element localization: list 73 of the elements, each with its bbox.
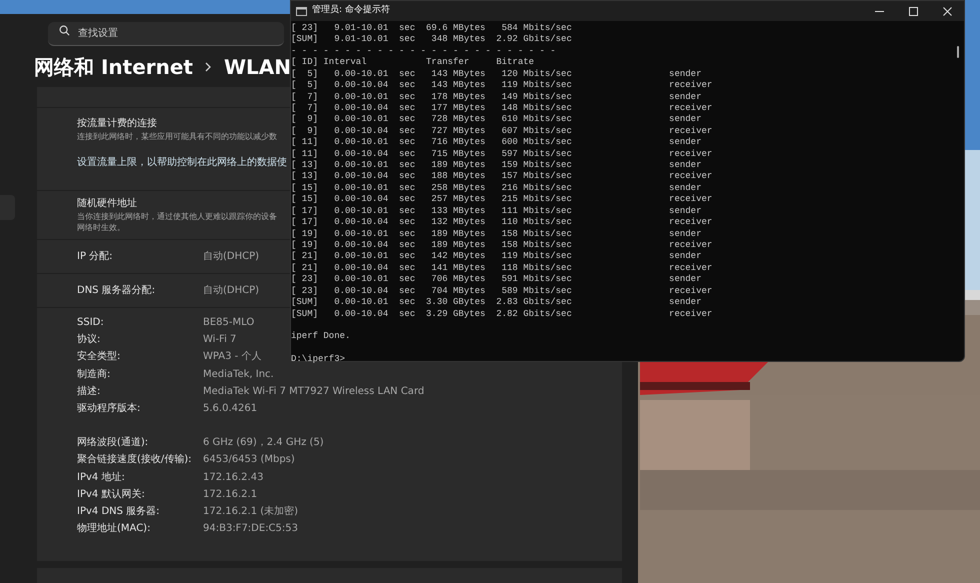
property-value: 自动(DHCP) — [203, 250, 260, 264]
property-value: Wi-Fi 7 — [203, 333, 236, 348]
console-line: [ 17] 0.00-10.04 sec 132 MBytes 110 Mbits/sec receiver — [291, 217, 714, 229]
console-line: [ 13] 0.00-10.04 sec 188 MBytes 157 Mbits/sec receiver — [291, 171, 714, 183]
maximize-icon — [908, 6, 918, 16]
console-line: [ 11] 0.00-10.04 sec 715 MBytes 597 Mbits/sec receiver — [291, 148, 714, 160]
console-line: [ 9] 0.00-10.01 sec 728 MBytes 610 Mbits/sec sender — [291, 114, 702, 126]
setting-title: 随机硬件地址 — [77, 196, 137, 211]
console-line: [ 13] 0.00-10.01 sec 189 MBytes 159 Mbits/sec sender — [291, 160, 702, 172]
chevron-icon — [205, 62, 212, 72]
property-label: DNS 服务器分配: — [77, 284, 156, 298]
property-value: MediaTek Wi-Fi 7 MT7927 Wireless LAN Card — [203, 384, 424, 399]
console-line: - - - - - - - - - - - - - - - - - - - - - - - - - — [291, 46, 557, 58]
console-line: [ 5] 0.00-10.04 sec 143 MBytes 119 Mbits/sec receiver — [291, 80, 714, 92]
property-label: IPv4 DNS 服务器: — [77, 504, 161, 519]
console-line: [ 5] 0.00-10.01 sec 143 MBytes 120 Mbits/sec sender — [291, 68, 702, 80]
property-value: 172.16.2.43 — [203, 470, 264, 485]
console-line: [ 21] 0.00-10.04 sec 141 MBytes 118 Mbits/sec receiver — [291, 262, 714, 274]
console-line: [ 23] 9.01-10.01 sec 69.6 MBytes 584 Mbits/sec — [291, 23, 573, 34]
console-line: [ 19] 0.00-10.01 sec 189 MBytes 158 Mbits/sec sender — [291, 228, 702, 240]
property-label: IPv4 默认网关: — [77, 488, 146, 502]
console-line: [ 9] 0.00-10.04 sec 727 MBytes 607 Mbits/sec receiver — [291, 126, 714, 138]
property-label: 描述: — [77, 384, 102, 399]
property-label: 协议: — [77, 332, 102, 348]
property-value: 172.16.2.1 — [203, 488, 258, 502]
setting-description: 当你连接到此网络时，通过使其他人更难以跟踪你的设备 — [77, 211, 277, 222]
property-value: 6453/6453 (Mbps) — [203, 453, 295, 468]
console-line: [ 15] 0.00-10.04 sec 257 MBytes 215 Mbits/sec receiver — [291, 194, 714, 206]
console-line: [SUM] 9.01-10.01 sec 348 MBytes 2.92 Gbits/sec — [291, 34, 573, 46]
property-value: MediaTek, Inc. — [203, 368, 274, 382]
property-label: 网络波段(通道): — [77, 436, 150, 450]
console-line: iperf Done. — [291, 331, 352, 343]
property-value: 172.16.2.1 (未加密) — [203, 504, 298, 519]
minimize-icon — [874, 10, 884, 12]
property-label: 制造商: — [77, 368, 112, 382]
console-line: [ 19] 0.00-10.04 sec 189 MBytes 158 Mbits/sec receiver — [291, 240, 714, 252]
console-line: [ 7] 0.00-10.01 sec 178 MBytes 149 Mbits/sec sender — [291, 92, 702, 103]
setting-description: 网络时生效。 — [77, 222, 125, 233]
console-line: [ 17] 0.00-10.01 sec 133 MBytes 111 Mbits/sec sender — [291, 206, 702, 218]
console-line: [ ID] Interval Transfer Bitrate — [291, 57, 536, 69]
search-icon — [59, 24, 70, 36]
property-value: 5.6.0.4261 — [203, 402, 258, 416]
property-label: 安全类型: — [77, 350, 122, 364]
setting-description: 连接到此网络时，某些应用可能具有不同的功能以减少数 — [77, 131, 277, 143]
breadcrumb-item: WLAN — [224, 54, 292, 81]
close-icon — [942, 6, 952, 16]
setting-title: 按流量计费的连接 — [77, 116, 157, 131]
console-line: [SUM] 0.00-10.04 sec 3.29 GBytes 2.82 Gbits/sec receiver — [291, 308, 714, 320]
property-value: 94:B3:F7:DE:C5:53 — [203, 522, 298, 536]
property-value: BE85-MLO — [203, 316, 254, 330]
property-value: 6 GHz (69)，2.4 GHz (5) — [203, 436, 324, 450]
console-line: [ 23] 0.00-10.01 sec 706 MBytes 591 Mbits/sec sender — [291, 274, 702, 286]
property-label: IP 分配: — [77, 250, 114, 264]
console-line: [SUM] 0.00-10.01 sec 3.30 GBytes 2.83 Gbits/sec sender — [291, 297, 702, 309]
command-prompt[interactable]: D:\iperf3> — [291, 354, 952, 366]
property-value: WPA3 - 个人 — [203, 350, 262, 364]
console-line: [ 23] 0.00-10.04 sec 704 MBytes 589 Mbits/sec receiver — [291, 286, 714, 298]
search-field[interactable]: 查找设置 — [48, 22, 284, 46]
property-label: 聚合链接速度(接收/传输): — [77, 452, 193, 468]
console-line: [ 15] 0.00-10.01 sec 258 MBytes 216 Mbits/sec sender — [291, 182, 702, 194]
breadcrumb-item[interactable]: 网络和 Internet — [34, 52, 193, 82]
property-value: 自动(DHCP) — [203, 284, 260, 298]
property-label: 物理地址(MAC): — [77, 522, 152, 536]
property-label: IPv4 地址: — [77, 470, 126, 485]
property-label: 驱动程序版本: — [77, 402, 142, 416]
console-line: [ 11] 0.00-10.01 sec 716 MBytes 600 Mbits/sec sender — [291, 137, 702, 149]
console-line: [ 7] 0.00-10.04 sec 177 MBytes 148 Mbits/sec receiver — [291, 102, 714, 114]
property-label: SSID: — [77, 316, 105, 330]
window-title: 管理员: 命令提示符 — [312, 4, 390, 18]
data-limit-link[interactable]: 设置流量上限，以帮助控制在此网络上的数据使 — [77, 155, 287, 170]
console-icon — [296, 6, 307, 16]
console-line: [ 21] 0.00-10.01 sec 142 MBytes 119 Mbits/sec sender — [291, 251, 702, 263]
scrollbar-thumb[interactable] — [957, 46, 959, 58]
